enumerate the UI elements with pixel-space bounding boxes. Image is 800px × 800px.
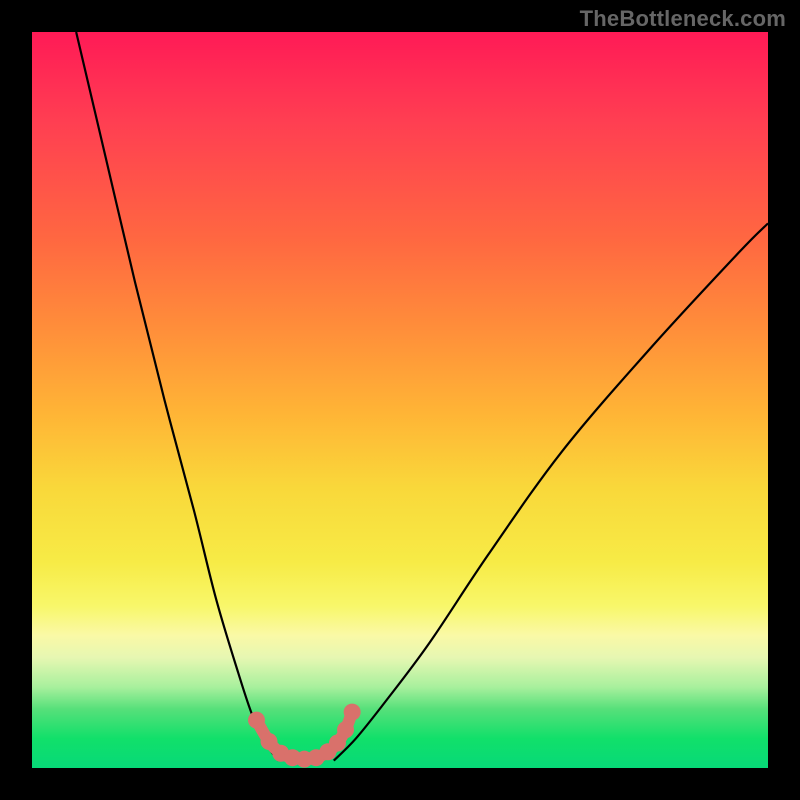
curve-layer <box>76 32 768 768</box>
right-curve <box>334 223 768 760</box>
valley-dot <box>344 704 361 721</box>
left-curve <box>76 32 278 761</box>
plot-area <box>32 32 768 768</box>
attribution-label: TheBottleneck.com <box>580 6 786 32</box>
valley-dot <box>337 721 354 738</box>
valley-dot <box>248 712 265 729</box>
chart-svg <box>32 32 768 768</box>
outer-frame: TheBottleneck.com <box>0 0 800 800</box>
valley-dots <box>248 704 361 768</box>
